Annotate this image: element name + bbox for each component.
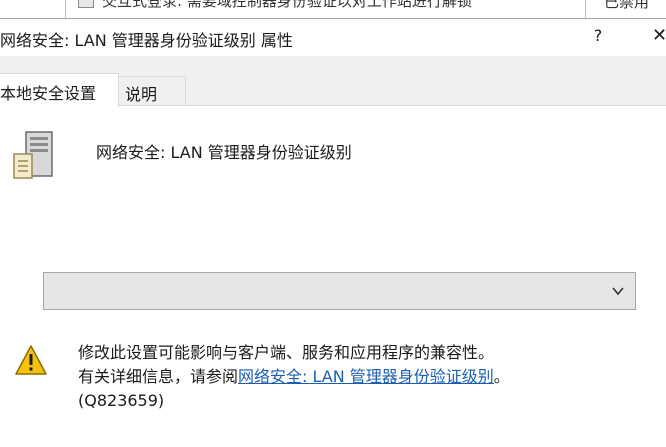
warning-line-1: 修改此设置可能影响与客户端、服务和应用程序的兼容性。 (78, 343, 495, 362)
policy-icon (78, 0, 94, 8)
warning-line-2-suffix: 。 (493, 367, 510, 386)
compatibility-warning: 修改此设置可能影响与客户端、服务和应用程序的兼容性。 有关详细信息，请参阅网络安… (78, 341, 510, 413)
policy-help-link[interactable]: 网络安全: LAN 管理器身份验证级别 (238, 367, 494, 386)
tab-local-security-setting[interactable]: 本地安全设置 (0, 73, 119, 107)
setting-dropdown[interactable] (43, 272, 636, 310)
chevron-down-icon (612, 287, 624, 296)
background-policy-status: 已禁用 (604, 0, 650, 11)
policy-name: 网络安全: LAN 管理器身份验证级别 (96, 143, 352, 162)
server-policy-icon (13, 131, 53, 179)
tab-panel: 网络安全: LAN 管理器身份验证级别 修改此设置可能影响与客户端、服务和应用程… (0, 106, 666, 447)
dialog-titlebar: 网络安全: LAN 管理器身份验证级别 属性 ? ✕ (0, 18, 666, 55)
background-policy-label: 交互式登录: 需要域控制器身份验证以对工作站进行解锁 (102, 0, 472, 10)
column-divider (585, 0, 586, 18)
warning-line-2-prefix: 有关详细信息，请参阅 (78, 367, 239, 386)
column-divider (65, 0, 66, 18)
dialog-title: 网络安全: LAN 管理器身份验证级别 属性 (0, 31, 293, 50)
background-policy-list: 交互式登录: 需要域控制器身份验证以对工作站进行解锁 已禁用 (0, 0, 666, 18)
tab-strip: 本地安全设置 说明 (0, 56, 666, 107)
help-button[interactable]: ? (586, 23, 610, 49)
background-policy-row[interactable]: 交互式登录: 需要域控制器身份验证以对工作站进行解锁 (78, 0, 472, 10)
tab-explain[interactable]: 说明 (119, 76, 186, 105)
close-button[interactable]: ✕ (652, 23, 666, 49)
warning-line-2: 有关详细信息，请参阅网络安全: LAN 管理器身份验证级别。 (78, 365, 510, 389)
warning-triangle-icon (15, 345, 47, 375)
warning-line-3: (Q823659) (78, 391, 165, 410)
